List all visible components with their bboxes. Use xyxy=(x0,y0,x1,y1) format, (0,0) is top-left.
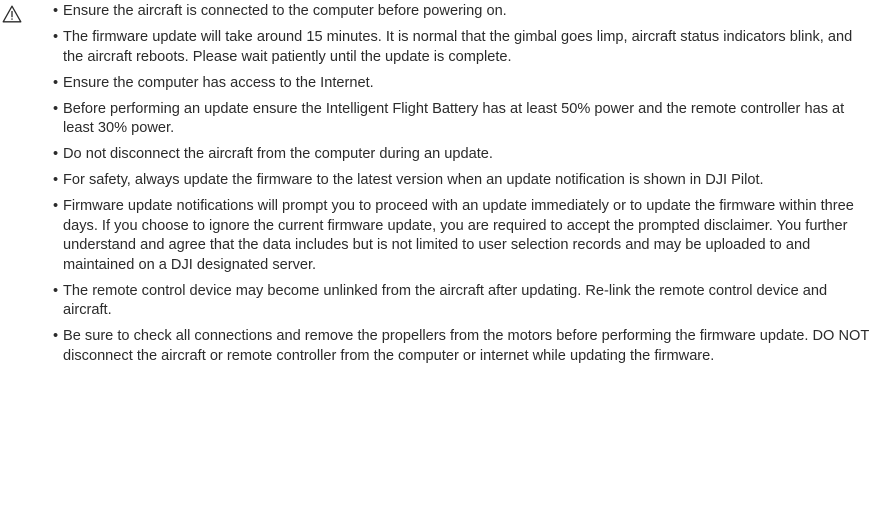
note-item-battery-levels: Before performing an update ensure the I… xyxy=(53,100,875,139)
note-item-check-connections: Be sure to check all connections and rem… xyxy=(53,327,875,366)
warning-triangle-icon xyxy=(2,5,22,23)
note-item-do-not-disconnect: Do not disconnect the aircraft from the … xyxy=(53,145,875,165)
note-item-update-latest-version: For safety, always update the firmware t… xyxy=(53,171,875,191)
note-item-update-duration: The firmware update will take around 15 … xyxy=(53,28,875,67)
note-item-connect-before-power: Ensure the aircraft is connected to the … xyxy=(53,2,875,22)
firmware-update-notes-list: Ensure the aircraft is connected to the … xyxy=(53,2,875,373)
note-item-relink-remote: The remote control device may become unl… xyxy=(53,282,875,321)
note-item-internet-access: Ensure the computer has access to the In… xyxy=(53,74,875,94)
note-item-update-notifications: Firmware update notifications will promp… xyxy=(53,197,875,275)
